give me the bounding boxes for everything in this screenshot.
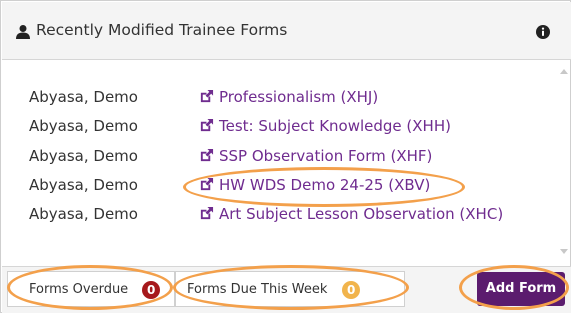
trainee-forms-panel: Recently Modified Trainee Forms Abyasa, … [0,0,571,313]
form-link[interactable]: Art Subject Lesson Observation (XHC) [219,205,503,223]
form-link[interactable]: Test: Subject Knowledge (XHH) [219,117,451,135]
trainee-name: Abyasa, Demo [29,147,138,165]
add-form-button[interactable]: Add Form [477,272,565,306]
tab-forms-due-this-week[interactable]: Forms Due This Week 0 [175,271,405,307]
user-icon [16,25,30,39]
info-circle-icon[interactable] [536,25,550,39]
scroll-up-arrow-icon[interactable] [560,69,568,74]
trainee-name: Abyasa, Demo [29,176,138,194]
due-count-badge: 0 [342,281,361,299]
panel-footer: Forms Overdue 0 Forms Due This Week 0 Ad… [2,266,571,313]
scroll-down-arrow-icon[interactable] [560,249,568,254]
list-item: Abyasa, Demo Art Subject Lesson Observat… [13,203,533,227]
form-link[interactable]: Professionalism (XHJ) [219,88,378,106]
external-link-icon[interactable] [199,177,214,192]
forms-list: Abyasa, Demo Professionalism (XHJ) Abyas… [13,61,558,266]
list-item: Abyasa, Demo Professionalism (XHJ) [13,86,533,110]
list-item: Abyasa, Demo HW WDS Demo 24-25 (XBV) [13,174,533,198]
external-link-icon[interactable] [199,89,214,104]
list-item: Abyasa, Demo SSP Observation Form (XHF) [13,145,533,169]
trainee-name: Abyasa, Demo [29,88,138,106]
tab-label: Forms Overdue [29,282,129,297]
panel-title: Recently Modified Trainee Forms [36,21,288,39]
external-link-icon[interactable] [199,118,214,133]
trainee-name: Abyasa, Demo [29,117,138,135]
external-link-icon[interactable] [199,148,214,163]
tab-label: Forms Due This Week [187,282,328,297]
form-link[interactable]: SSP Observation Form (XHF) [219,147,432,165]
form-link[interactable]: HW WDS Demo 24-25 (XBV) [219,176,430,194]
list-scrollbar[interactable] [558,61,570,266]
trainee-name: Abyasa, Demo [29,205,138,223]
panel-header: Recently Modified Trainee Forms [2,2,571,60]
external-link-icon[interactable] [199,206,214,221]
tab-forms-overdue[interactable]: Forms Overdue 0 [7,271,175,307]
overdue-count-badge: 0 [142,281,161,299]
list-item: Abyasa, Demo Test: Subject Knowledge (XH… [13,115,533,139]
